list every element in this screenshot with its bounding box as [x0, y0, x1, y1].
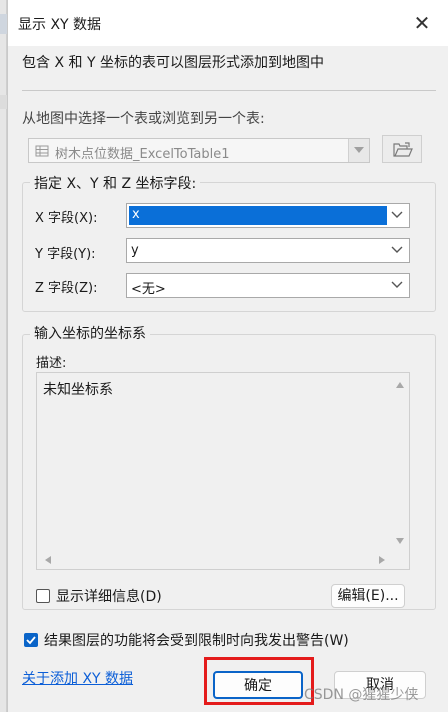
title-bar: 显示 XY 数据 ✕ — [8, 0, 448, 46]
x-field-dropdown[interactable]: x — [126, 203, 410, 228]
background-window-fragment — [0, 95, 7, 109]
table-select-toggle[interactable] — [348, 139, 369, 162]
chevron-down-icon — [391, 211, 403, 218]
coordinate-system-title: 输入坐标的坐标系 — [30, 323, 150, 343]
scroll-up-icon[interactable] — [396, 382, 404, 388]
table-icon — [35, 145, 49, 157]
ok-button[interactable]: 确定 — [213, 671, 303, 699]
open-folder-icon — [393, 142, 413, 157]
z-field-value: <无> — [131, 282, 166, 297]
warning-option[interactable]: 结果图层的功能将会受到限制时向我发出警告(W) — [24, 630, 349, 650]
x-field-label: X 字段(X): — [35, 211, 98, 226]
description-value: 未知坐标系 — [43, 382, 113, 398]
edit-button[interactable]: 编辑(E)... — [331, 584, 405, 608]
coordinate-fields-title: 指定 X、Y 和 Z 坐标字段: — [30, 173, 201, 193]
warning-label: 结果图层的功能将会受到限制时向我发出警告(W) — [44, 633, 349, 649]
display-xy-data-dialog: 显示 XY 数据 ✕ 包含 X 和 Y 坐标的表可以图层形式添加到地图中 从地图… — [7, 0, 448, 712]
close-icon: ✕ — [413, 11, 431, 35]
description-label: 描述: — [36, 356, 67, 371]
y-field-dropdown[interactable]: y — [126, 238, 410, 263]
y-field-value: y — [131, 243, 139, 258]
dialog-description: 包含 X 和 Y 坐标的表可以图层形式添加到地图中 — [22, 55, 324, 71]
about-xy-data-link[interactable]: 关于添加 XY 数据 — [22, 668, 133, 688]
z-field-dropdown[interactable]: <无> — [126, 273, 410, 298]
table-select-label: 从地图中选择一个表或浏览到另一个表: — [22, 111, 265, 127]
window-title: 显示 XY 数据 — [18, 17, 102, 33]
horizontal-scrollbar[interactable] — [37, 551, 393, 569]
chevron-down-icon — [391, 246, 403, 253]
description-textbox[interactable]: 未知坐标系 — [36, 372, 410, 570]
show-details-option[interactable]: 显示详细信息(D) — [36, 586, 162, 606]
scrollbar-corner — [391, 551, 409, 569]
warning-checkbox[interactable] — [24, 633, 38, 647]
close-button[interactable]: ✕ — [409, 10, 435, 36]
chevron-down-icon — [354, 147, 364, 153]
table-select-dropdown[interactable]: 树木点位数据_ExcelToTable1 — [28, 138, 370, 163]
show-details-checkbox[interactable] — [36, 589, 50, 603]
chevron-down-icon — [391, 281, 403, 288]
background-window-edge — [0, 0, 7, 712]
browse-button[interactable] — [382, 135, 422, 163]
scroll-down-icon[interactable] — [396, 538, 404, 544]
show-details-label: 显示详细信息(D) — [56, 589, 162, 605]
checkmark-icon — [26, 636, 36, 645]
x-field-value: x — [132, 207, 140, 222]
watermark: CSDN @猩猩少侠 — [304, 687, 419, 703]
vertical-scrollbar[interactable] — [391, 373, 409, 553]
background-window-fragment — [0, 14, 7, 34]
table-select-value: 树木点位数据_ExcelToTable1 — [55, 147, 230, 162]
scroll-left-icon[interactable] — [45, 556, 51, 564]
x-field-selection: x — [129, 206, 387, 225]
y-field-label: Y 字段(Y): — [35, 247, 96, 262]
divider — [22, 90, 436, 91]
z-field-label: Z 字段(Z): — [35, 281, 98, 296]
scroll-right-icon[interactable] — [379, 556, 385, 564]
